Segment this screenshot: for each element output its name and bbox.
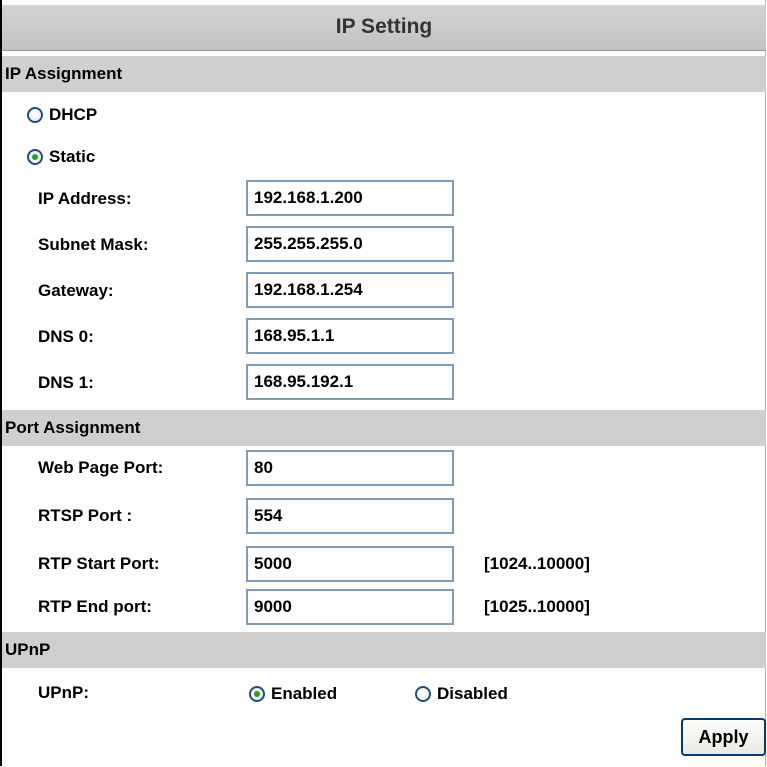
static-option[interactable]: Static [27, 147, 95, 167]
dns1-label: DNS 1: [38, 373, 94, 392]
dhcp-label: DHCP [49, 105, 98, 124]
dns1-input[interactable] [246, 364, 454, 400]
rtsp-port-row: RTSP Port : [2, 493, 766, 539]
upnp-disabled-option[interactable]: Disabled [415, 684, 508, 704]
web-port-label: Web Page Port: [38, 458, 164, 477]
rtsp-port-label: RTSP Port : [38, 506, 133, 525]
section-upnp: UPnP [2, 632, 766, 668]
upnp-row: UPnP: Enabled Disabled [2, 670, 766, 716]
rtp-start-port-label: RTP Start Port: [38, 554, 160, 573]
upnp-enabled-radio[interactable] [249, 686, 265, 702]
rtp-start-port-row: RTP Start Port: [1024..10000] [2, 541, 766, 587]
dns1-row: DNS 1: [2, 360, 766, 406]
ip-address-label: IP Address: [38, 189, 132, 208]
gateway-row: Gateway: [2, 268, 766, 314]
subnet-mask-label: Subnet Mask: [38, 235, 149, 254]
apply-button[interactable]: Apply [681, 718, 766, 756]
upnp-enabled-option[interactable]: Enabled [249, 684, 337, 704]
dhcp-option[interactable]: DHCP [27, 105, 97, 125]
static-radio[interactable] [27, 149, 43, 165]
gateway-input[interactable] [246, 272, 454, 308]
ip-setting-panel: IP Setting IP Assignment DHCP Static IP … [0, 0, 766, 766]
section-ip-assignment: IP Assignment [2, 56, 766, 92]
rtsp-port-input[interactable] [246, 498, 454, 534]
rtp-start-range: [1024..10000] [484, 554, 590, 573]
gateway-label: Gateway: [38, 281, 114, 300]
section-port-assignment: Port Assignment [2, 410, 766, 446]
dns0-row: DNS 0: [2, 314, 766, 360]
page-title: IP Setting [2, 5, 766, 51]
subnet-mask-input[interactable] [246, 226, 454, 262]
upnp-disabled-label: Disabled [437, 684, 508, 703]
ip-address-row: IP Address: [2, 176, 766, 222]
web-port-row: Web Page Port: [2, 445, 766, 491]
rtp-end-port-input[interactable] [246, 589, 454, 625]
web-port-input[interactable] [246, 450, 454, 486]
rtp-start-port-input[interactable] [246, 546, 454, 582]
dns0-input[interactable] [246, 318, 454, 354]
rtp-end-port-label: RTP End port: [38, 597, 152, 616]
dhcp-radio[interactable] [27, 107, 43, 123]
ip-address-input[interactable] [246, 180, 454, 216]
upnp-label: UPnP: [38, 683, 89, 702]
static-label: Static [49, 147, 96, 166]
upnp-enabled-label: Enabled [271, 684, 338, 703]
subnet-mask-row: Subnet Mask: [2, 222, 766, 268]
dns0-label: DNS 0: [38, 327, 94, 346]
rtp-end-port-row: RTP End port: [1025..10000] [2, 584, 766, 630]
rtp-end-range: [1025..10000] [484, 597, 590, 616]
upnp-disabled-radio[interactable] [415, 686, 431, 702]
